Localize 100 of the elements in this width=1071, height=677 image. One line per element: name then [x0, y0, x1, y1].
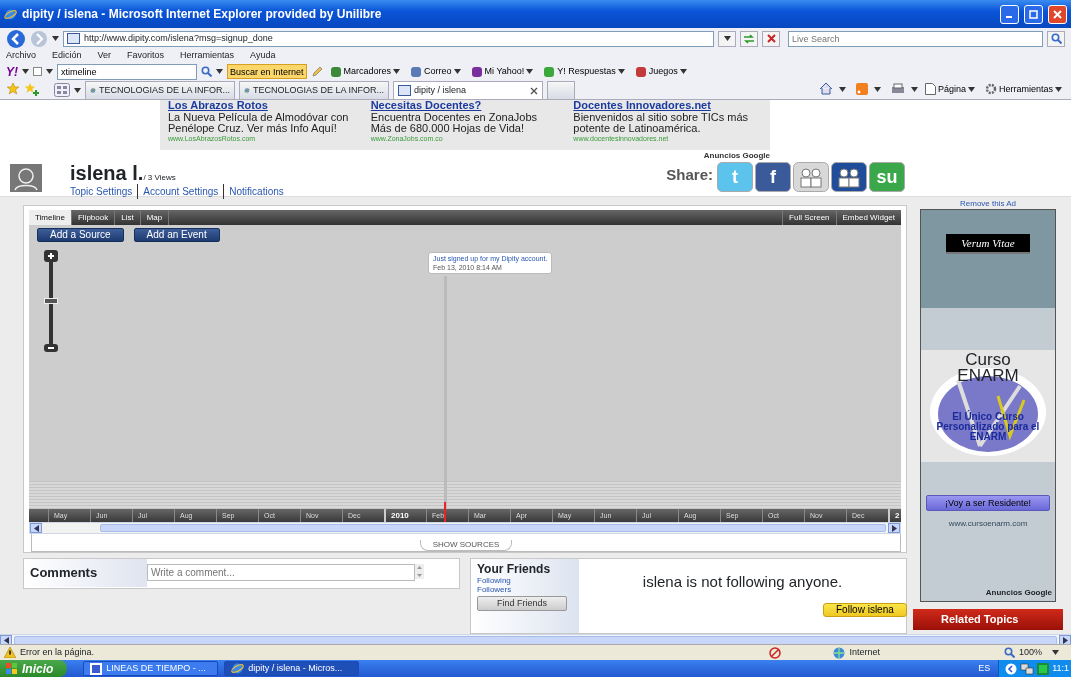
dropdown-icon[interactable] — [1052, 650, 1059, 655]
follow-button[interactable]: Follow islena — [823, 603, 907, 617]
browser-icon[interactable] — [231, 662, 245, 675]
people-icon[interactable] — [831, 162, 867, 192]
caret-icon[interactable] — [453, 69, 461, 74]
zoom-thumb[interactable] — [44, 298, 58, 304]
zoom-level[interactable]: 100% — [1018, 645, 1042, 660]
comment-field[interactable]: Write a comment... — [147, 564, 415, 581]
dropdown-icon[interactable] — [216, 69, 223, 74]
maximize-button[interactable] — [1024, 4, 1043, 24]
close-button[interactable] — [1048, 4, 1067, 24]
ad-cta-button[interactable]: ¡Voy a ser Residente! — [926, 495, 1050, 511]
browser-tab[interactable]: TECNOLOGIAS DE LA INFOR... — [85, 81, 235, 99]
caret-icon[interactable] — [723, 36, 731, 41]
ad-title[interactable]: Los Abrazos Rotos — [168, 100, 357, 112]
caret-icon[interactable] — [393, 69, 401, 74]
add-button[interactable]: Add a Source — [37, 228, 124, 242]
profile-link[interactable]: Account Settings — [137, 184, 224, 199]
profile-link[interactable]: Notifications — [223, 184, 289, 199]
remove-ad-link[interactable]: Remove this Ad — [920, 200, 1056, 208]
command-item[interactable]: Página — [921, 82, 978, 96]
box-icon[interactable] — [33, 67, 42, 76]
toolbar-item[interactable]: Juegos — [631, 64, 690, 79]
blocked-icon[interactable] — [769, 646, 782, 659]
caret-icon[interactable] — [1055, 86, 1062, 92]
add-button[interactable]: Add an Event — [133, 228, 220, 242]
language-indicator[interactable]: ES — [978, 661, 991, 676]
warning-icon[interactable] — [4, 647, 16, 658]
toolbar-item[interactable]: Marcadores — [326, 64, 404, 79]
friends-title: Your Friends — [477, 563, 552, 576]
minimize-button[interactable] — [1000, 4, 1019, 24]
back-button[interactable] — [6, 28, 26, 49]
dropdown-icon[interactable] — [52, 36, 59, 41]
ad-title[interactable]: Necesitas Docentes? — [370, 100, 560, 112]
taskbar-button[interactable]: LINEAS DE TIEMPO - ... — [83, 661, 219, 676]
window-title: dipity / islena - Microsoft Internet Explorer provided by Unilibre — [22, 6, 383, 23]
share-button[interactable]: f — [755, 162, 791, 192]
menu-item[interactable]: Ayuda — [250, 49, 276, 63]
browser-icon — [4, 7, 17, 21]
ad-title[interactable]: Docentes Innovadores.net — [573, 100, 762, 112]
show-sources-button[interactable]: SHOW SOURCES — [419, 540, 513, 551]
expand-tray-icon[interactable] — [1005, 662, 1018, 675]
status-message[interactable]: Error en la página. — [20, 645, 766, 660]
dropdown-icon[interactable] — [22, 69, 29, 74]
search-field[interactable]: Live Search — [788, 30, 1043, 47]
caret-icon[interactable] — [617, 69, 625, 74]
profile-link[interactable]: Topic Settings — [70, 184, 138, 199]
caret-icon[interactable] — [679, 69, 687, 74]
menu-item[interactable]: Edición — [52, 49, 82, 63]
star-icon[interactable] — [6, 82, 20, 96]
ad-text: Bienvenidos al sitio sobre TICs más potente de Latinoamérica. — [573, 111, 749, 135]
friends-link[interactable]: Followers — [477, 585, 573, 594]
dropdown-icon[interactable] — [873, 87, 881, 92]
dropdown-icon[interactable] — [910, 87, 918, 92]
toolbar-item[interactable]: Y! Respuestas — [540, 64, 628, 79]
zoom-out-button[interactable] — [43, 343, 59, 353]
dropdown-icon[interactable] — [74, 88, 81, 93]
document-icon[interactable] — [90, 662, 103, 675]
address-field[interactable]: http://www.dipity.com/islena?msg=signup_done — [63, 30, 714, 47]
dropdown-button[interactable] — [718, 30, 736, 47]
page-icon[interactable] — [398, 85, 411, 96]
printer-icon[interactable] — [890, 83, 905, 95]
right-arrow-icon[interactable] — [1062, 636, 1068, 644]
toolbar-item[interactable]: Mi Yahoo! — [467, 64, 537, 79]
add-favorite-icon[interactable] — [24, 82, 40, 96]
left-arrow-icon[interactable] — [3, 636, 9, 644]
close-icon[interactable] — [530, 86, 538, 95]
start-button[interactable]: Inicio — [0, 660, 68, 677]
network-icon[interactable] — [1020, 662, 1035, 675]
menu-item[interactable]: Herramientas — [180, 49, 235, 63]
toolbar-item[interactable]: Correo — [407, 64, 464, 79]
find-friends-button[interactable]: Find Friends — [477, 596, 567, 611]
maximize-icon[interactable] — [1029, 9, 1038, 19]
menu-item[interactable]: Archivo — [6, 49, 36, 63]
search-button[interactable]: Buscar en Internet — [227, 64, 307, 79]
zoom-slider[interactable] — [43, 249, 59, 353]
stop-button[interactable] — [762, 30, 780, 47]
search-icon[interactable] — [201, 66, 212, 77]
toolbar-search-field[interactable]: xtimeline — [57, 63, 197, 80]
menu-item[interactable]: Ver — [97, 49, 112, 63]
friends-link[interactable]: Following — [477, 576, 573, 585]
zoom-icon[interactable] — [1003, 647, 1015, 658]
menu-item[interactable]: Favoritos — [127, 49, 165, 63]
dropdown-icon[interactable] — [838, 87, 846, 92]
browser-tab[interactable]: TECNOLOGIAS DE LA INFOR... — [239, 81, 389, 99]
home-icon[interactable] — [818, 82, 833, 95]
scroll-thumb[interactable] — [100, 524, 886, 532]
caret-icon[interactable] — [526, 69, 534, 74]
command-item[interactable]: Herramientas — [981, 82, 1065, 96]
zoom-in-button[interactable] — [43, 249, 59, 263]
pencil-icon[interactable] — [310, 65, 323, 78]
caret-icon[interactable] — [967, 86, 975, 92]
security-zone: Internet — [849, 645, 880, 659]
taskbar-button[interactable]: dipity / islena - Micros... — [224, 661, 360, 676]
browser-tab[interactable]: dipity / islena — [393, 81, 543, 99]
view-tab[interactable]: Timeline — [29, 210, 72, 225]
scroll-thumb[interactable] — [14, 636, 1057, 644]
feed-icon[interactable] — [855, 83, 868, 95]
stop-icon[interactable] — [766, 34, 776, 43]
dropdown-icon[interactable] — [46, 69, 53, 74]
